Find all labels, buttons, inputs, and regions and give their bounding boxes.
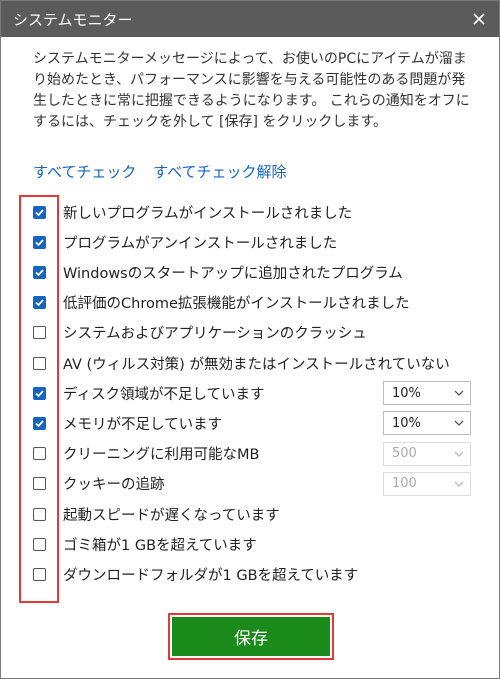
notification-checkbox[interactable] [33,567,46,581]
close-button[interactable] [469,9,489,29]
notification-row: Windowsのスタートアップに追加されたプログラム [1,258,500,286]
notification-checkbox[interactable] [33,416,46,430]
notification-checkbox[interactable] [33,386,46,400]
checkmark-icon [35,390,44,397]
notification-checkbox[interactable] [33,477,46,491]
notification-checkbox[interactable] [33,205,46,219]
close-icon [473,13,485,25]
system-monitor-dialog: システムモニター システムモニターメッセージによって、お使いのPCにアイテムが溜… [0,0,500,679]
threshold-select-value: 500 [392,446,417,462]
notification-label: クリーニングに利用可能なMB [63,447,260,464]
notification-label: 低評価のChrome拡張機能がインストールされました [63,296,410,313]
notification-checkbox[interactable] [33,447,46,461]
notification-row: 低評価のChrome拡張機能がインストールされました [1,289,500,317]
notification-row: 新しいプログラムがインストールされました [1,198,500,226]
threshold-select-value: 100 [392,476,417,492]
chevron-down-icon [454,390,464,397]
notification-row: メモリが不足しています 10% [1,409,500,437]
notification-row: システムおよびアプリケーションのクラッシュ [1,319,500,347]
uncheck-all-link[interactable]: すべてチェック解除 [153,163,286,181]
notification-label: Windowsのスタートアップに追加されたプログラム [63,265,403,282]
notification-label: AV (ウィルス対策) が無効またはインストールされていない [63,356,450,373]
chevron-down-icon [454,481,464,487]
window-title: システムモニター [13,10,133,29]
checkmark-icon [35,269,44,277]
threshold-select: 100 [383,471,471,496]
notification-label: クッキーの追跡 [63,477,165,494]
save-button-highlight: 保存 [168,613,334,660]
checkmark-icon [35,208,44,216]
notification-checkbox[interactable] [33,356,46,370]
notification-row: ゴミ箱が1 GBを超えています [1,530,500,558]
threshold-select[interactable]: 10% [383,411,471,436]
notification-row: クリーニングに利用可能なMB 500 [1,440,500,468]
chevron-down-icon [454,420,464,427]
notification-label: ゴミ箱が1 GBを超えています [63,537,257,554]
threshold-select: 500 [383,441,471,466]
notification-label: ダウンロードフォルダが1 GBを超えています [63,567,359,584]
notification-row: AV (ウィルス対策) が無効またはインストールされていない [1,349,500,377]
notification-row: ディスク領域が不足しています 10% [1,379,500,407]
description-text: システムモニターメッセージによって、お使いのPCにアイテムが溜まり始めたとき、パ… [33,51,470,130]
notification-checkbox[interactable] [33,235,46,249]
checkmark-icon [35,420,44,428]
notification-row: プログラムがアンインストールされました [1,228,500,256]
notification-label: ディスク領域が不足しています [63,386,265,403]
notification-row: ダウンロードフォルダが1 GBを超えています [1,560,500,588]
notification-row: クッキーの追跡 100 [1,470,500,498]
threshold-select-value: 10% [392,385,421,401]
notification-label: メモリが不足しています [63,416,223,433]
notification-label: システムおよびアプリケーションのクラッシュ [63,326,367,343]
checkmark-icon [35,239,44,246]
notification-checkbox[interactable] [33,507,46,521]
notification-checkbox[interactable] [33,265,46,279]
check-all-link[interactable]: すべてチェック [33,163,136,181]
checkmark-icon [35,299,44,307]
notification-label: 起動スピードが遅くなっています [63,507,280,524]
notification-label: プログラムがアンインストールされました [63,235,338,252]
title-bar: システムモニター [1,1,499,37]
chevron-down-icon [454,451,464,457]
threshold-select[interactable]: 10% [383,381,471,406]
notification-checkbox[interactable] [33,326,46,340]
notification-checkbox[interactable] [33,296,46,310]
notification-label: 新しいプログラムがインストールされました [63,205,353,222]
check-links: すべてチェック すべてチェック解除 [33,161,299,182]
notification-row: 起動スピードが遅くなっています [1,500,500,528]
save-button[interactable]: 保存 [172,617,330,656]
threshold-select-value: 10% [392,415,421,431]
notification-checkbox[interactable] [33,537,46,551]
